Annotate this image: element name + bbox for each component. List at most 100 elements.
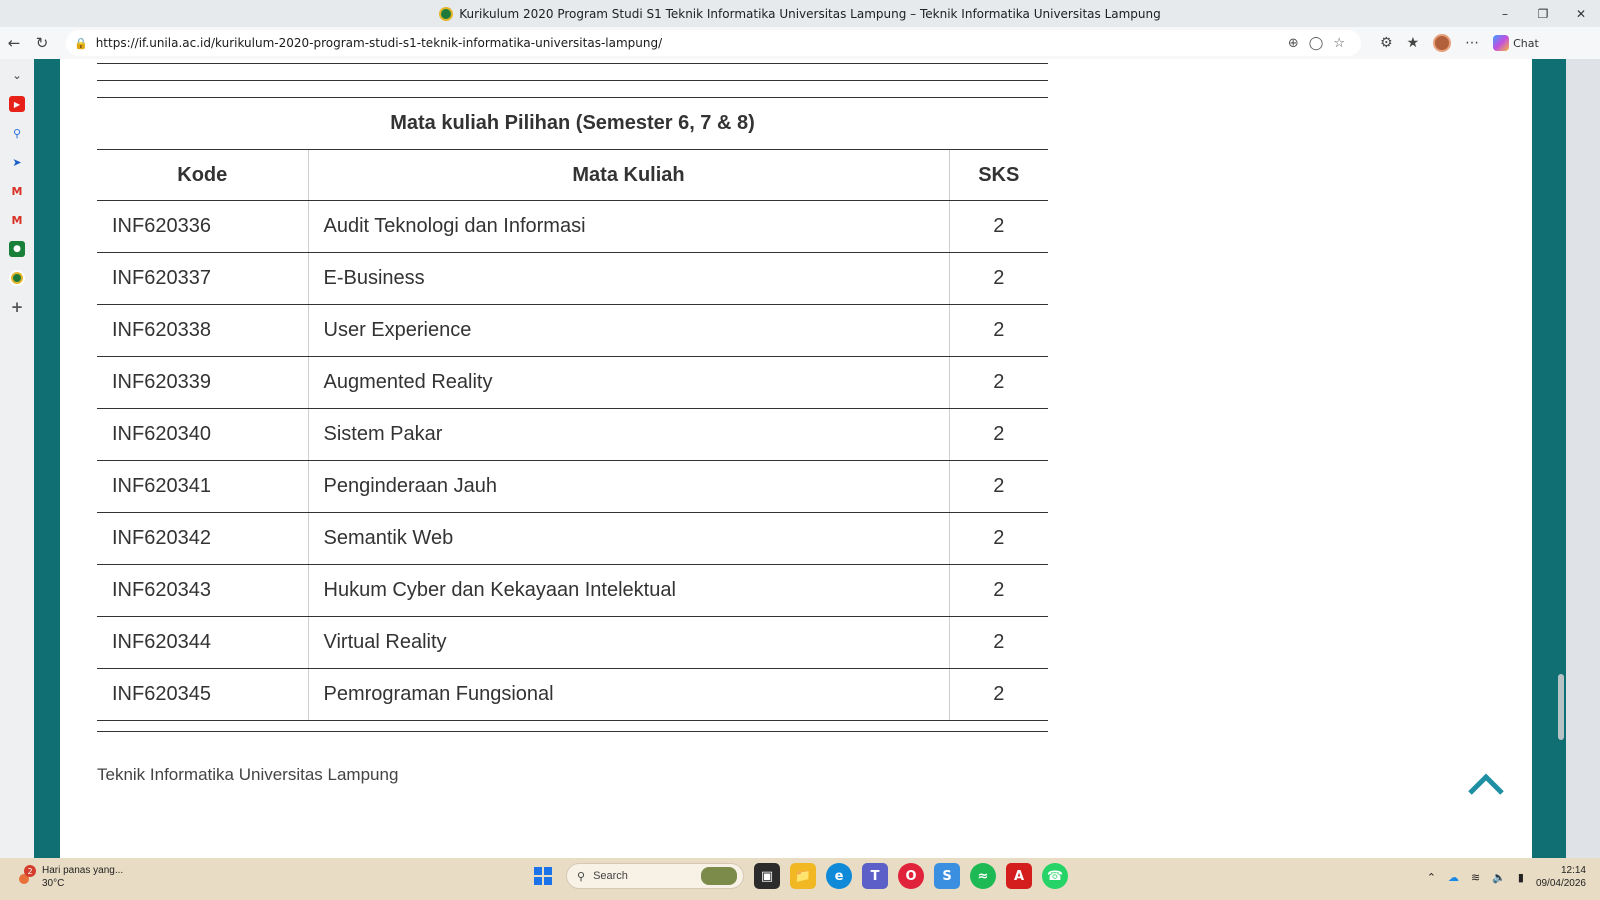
page-scrollbar[interactable] xyxy=(1556,59,1566,858)
course-code: INF620342 xyxy=(97,512,308,565)
reading-mode-icon[interactable]: ◯ xyxy=(1309,36,1324,51)
opera-icon[interactable]: O xyxy=(898,863,924,889)
course-name: Virtual Reality xyxy=(307,616,949,669)
youtube-icon[interactable]: ▶ xyxy=(9,96,25,112)
elective-courses-table: Mata kuliah Pilihan (Semester 6, 7 & 8) … xyxy=(97,97,1048,721)
file-explorer-icon[interactable]: 📁 xyxy=(790,863,816,889)
spotify-icon[interactable]: ≈ xyxy=(970,863,996,889)
course-name: Pemrograman Fungsional xyxy=(307,668,949,721)
search-highlight-icon xyxy=(701,867,737,885)
table-row: INF620343 Hukum Cyber dan Kekayaan Intel… xyxy=(97,564,1048,617)
course-name: Augmented Reality xyxy=(307,356,949,409)
edge-browser-icon[interactable]: e xyxy=(826,863,852,889)
app-s-icon[interactable]: S xyxy=(934,863,960,889)
course-sks: 2 xyxy=(948,564,1048,617)
window-title-text: Kurikulum 2020 Program Studi S1 Teknik I… xyxy=(459,6,1161,21)
favorite-star-icon[interactable]: ☆ xyxy=(1333,36,1345,51)
send-icon[interactable]: ➤ xyxy=(9,154,25,170)
table-row: INF620342 Semantik Web 2 xyxy=(97,512,1048,565)
back-icon[interactable]: ← xyxy=(0,29,28,57)
site-app-icon[interactable] xyxy=(9,270,25,286)
contacts-icon[interactable]: ● xyxy=(9,241,25,257)
course-code: INF620341 xyxy=(97,460,308,513)
column-header-mata-kuliah: Mata Kuliah xyxy=(307,149,949,201)
window-controls: – ❐ ✕ xyxy=(1486,0,1600,27)
course-name: Sistem Pakar xyxy=(307,408,949,461)
site-favicon-icon xyxy=(439,6,454,21)
course-name: Penginderaan Jauh xyxy=(307,460,949,513)
table-row: INF620338 User Experience 2 xyxy=(97,304,1048,357)
minimize-button[interactable]: – xyxy=(1486,0,1524,27)
course-code: INF620337 xyxy=(97,252,308,305)
scrollbar-thumb[interactable] xyxy=(1558,674,1564,740)
extensions-icon[interactable]: ⚙ xyxy=(1380,35,1393,51)
add-icon[interactable]: + xyxy=(9,298,25,316)
gmail-icon-2[interactable]: M xyxy=(9,212,25,228)
chevron-up-icon[interactable]: ⌃ xyxy=(1427,871,1436,884)
close-button[interactable]: ✕ xyxy=(1562,0,1600,27)
weather-badge: 2 xyxy=(24,865,36,877)
scroll-to-top-icon[interactable] xyxy=(1466,769,1506,797)
copilot-icon xyxy=(1493,35,1510,51)
lock-icon[interactable]: 🔒 xyxy=(74,37,88,50)
address-bar[interactable]: 🔒 https://if.unila.ac.id/kurikulum-2020-… xyxy=(66,30,1361,56)
search-icon[interactable]: ⚲ xyxy=(9,125,25,141)
table-caption: Mata kuliah Pilihan (Semester 6, 7 & 8) xyxy=(97,97,1048,150)
refresh-icon[interactable]: ↻ xyxy=(28,29,56,57)
acrobat-icon[interactable]: A xyxy=(1006,863,1032,889)
course-name: Hukum Cyber dan Kekayaan Intelektual xyxy=(307,564,949,617)
address-bar-icons: ⊕ ◯ ☆ xyxy=(1288,30,1345,56)
teams-icon[interactable]: T xyxy=(862,863,888,889)
table-row: INF620341 Penginderaan Jauh 2 xyxy=(97,460,1048,513)
favorites-icon[interactable]: ★ xyxy=(1407,35,1420,51)
wifi-icon[interactable]: ≋ xyxy=(1471,871,1480,884)
copilot-chat-button[interactable]: Chat xyxy=(1493,35,1539,51)
page-frame: Mata kuliah Pilihan (Semester 6, 7 & 8) … xyxy=(34,59,1566,858)
course-name: Semantik Web xyxy=(307,512,949,565)
restore-button[interactable]: ❐ xyxy=(1524,0,1562,27)
system-tray: ⌃ ☁ ≋ 🔈 ▮ 12:14 09/04/2026 xyxy=(1427,864,1586,890)
course-sks: 2 xyxy=(948,616,1048,669)
browser-sidebar: ⌄ ▶ ⚲ ➤ M M ● + xyxy=(0,59,34,858)
page-content: Mata kuliah Pilihan (Semester 6, 7 & 8) … xyxy=(60,59,1532,858)
profile-avatar[interactable] xyxy=(1433,34,1452,52)
table-row: INF620344 Virtual Reality 2 xyxy=(97,616,1048,669)
onedrive-icon[interactable]: ☁ xyxy=(1448,871,1459,884)
browser-toolbar: ← ↻ 🔒 https://if.unila.ac.id/kurikulum-2… xyxy=(0,27,1600,59)
zoom-icon[interactable]: ⊕ xyxy=(1288,36,1299,51)
course-sks: 2 xyxy=(948,408,1048,461)
chevron-down-icon[interactable]: ⌄ xyxy=(9,67,25,83)
url-text[interactable]: https://if.unila.ac.id/kurikulum-2020-pr… xyxy=(96,36,662,50)
course-sks: 2 xyxy=(948,512,1048,565)
table-row: INF620336 Audit Teknologi dan Informasi … xyxy=(97,200,1048,253)
course-name: User Experience xyxy=(307,304,949,357)
browser-tool-icons: ⚙ ★ ⋯ Chat xyxy=(1380,27,1539,59)
weather-widget[interactable]: 2 Hari panas yang... 30°C xyxy=(16,864,123,890)
windows-start-icon[interactable] xyxy=(530,863,556,889)
table-row: INF620340 Sistem Pakar 2 xyxy=(97,408,1048,461)
divider xyxy=(97,80,1048,81)
table-row: INF620339 Augmented Reality 2 xyxy=(97,356,1048,409)
course-name: E-Business xyxy=(307,252,949,305)
whatsapp-icon[interactable]: ☎ xyxy=(1042,863,1068,889)
course-sks: 2 xyxy=(948,668,1048,721)
course-code: INF620338 xyxy=(97,304,308,357)
table-header-row: Kode Mata Kuliah SKS xyxy=(97,149,1048,201)
footer-site-name[interactable]: Teknik Informatika Universitas Lampung xyxy=(97,765,398,785)
clock[interactable]: 12:14 09/04/2026 xyxy=(1536,864,1586,890)
taskbar-apps: ⚲ Search ▣ 📁 e T O S ≈ A ☎ xyxy=(530,863,1068,889)
course-sks: 2 xyxy=(948,356,1048,409)
battery-icon[interactable]: ▮ xyxy=(1518,871,1524,884)
clock-date: 09/04/2026 xyxy=(1535,878,1586,889)
weather-temperature: 30°C xyxy=(42,878,65,889)
more-menu-icon[interactable]: ⋯ xyxy=(1465,35,1479,51)
course-sks: 2 xyxy=(948,200,1048,253)
course-sks: 2 xyxy=(948,460,1048,513)
course-code: INF620340 xyxy=(97,408,308,461)
course-code: INF620344 xyxy=(97,616,308,669)
gmail-icon[interactable]: M xyxy=(9,183,25,199)
volume-icon[interactable]: 🔈 xyxy=(1492,871,1506,884)
weather-headline: Hari panas yang... xyxy=(42,865,124,876)
task-view-icon[interactable]: ▣ xyxy=(754,863,780,889)
taskbar-search[interactable]: ⚲ Search xyxy=(566,863,744,889)
